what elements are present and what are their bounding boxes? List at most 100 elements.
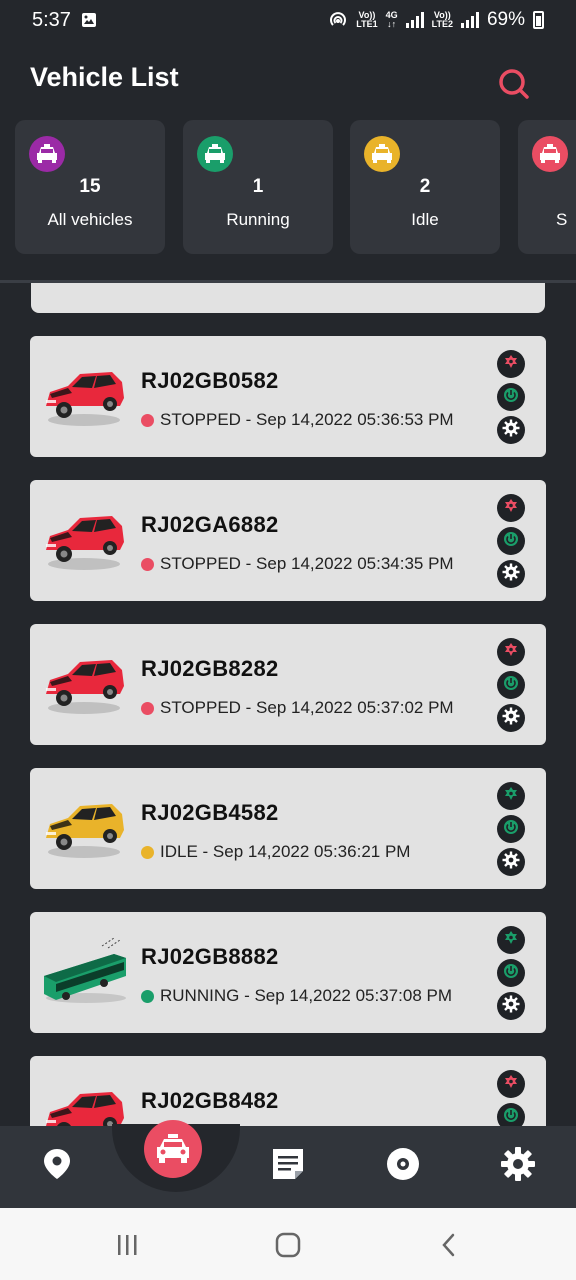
alert-icon	[503, 1074, 519, 1095]
taxi-icon	[29, 136, 65, 172]
vehicle-plate: RJ02GB8882	[141, 944, 279, 969]
summary-label: Idle	[411, 210, 439, 229]
list-item[interactable]	[31, 283, 545, 313]
signal-icon-2	[460, 12, 479, 28]
gear-icon	[502, 563, 520, 586]
search-icon	[499, 69, 529, 99]
alert-button[interactable]	[497, 926, 525, 954]
network-type: 4G ↓↑	[385, 10, 398, 29]
status-sep: -	[240, 554, 257, 573]
power-icon	[502, 674, 520, 697]
alert-button[interactable]	[497, 494, 525, 522]
nav-map-button[interactable]	[37, 1144, 77, 1184]
map-pin-icon	[44, 1149, 70, 1179]
vehicle-actions	[497, 782, 525, 881]
summary-row: 15 All vehicles 1 Running 2 Idle S	[15, 120, 576, 256]
recent-apps-button[interactable]	[112, 1230, 142, 1260]
vehicle-actions	[497, 494, 525, 593]
sim2-label: Vo)) LTE2	[431, 10, 453, 29]
summary-label: S	[556, 210, 568, 229]
battery-icon	[533, 11, 544, 29]
vehicle-settings-button[interactable]	[497, 992, 525, 1020]
vehicle-card[interactable]: RJ02GB8882 RUNNING - Sep 14,2022 05:37:0…	[30, 912, 546, 1033]
vehicle-card[interactable]: RJ02GB4582 IDLE - Sep 14,2022 05:36:21 P…	[30, 768, 546, 889]
car-icon	[42, 1080, 128, 1126]
alert-button[interactable]	[497, 782, 525, 810]
vehicle-status: STOPPED - Sep 14,2022 05:37:02 PM	[141, 698, 454, 718]
recent-apps-icon	[118, 1235, 137, 1255]
battery-percent: 69%	[486, 9, 525, 30]
power-icon	[502, 1106, 520, 1127]
status-text: RUNNING	[160, 986, 240, 1005]
vehicle-plate: RJ02GB8282	[141, 656, 279, 681]
vehicle-list[interactable]: RJ02GB0582 STOPPED - Sep 14,2022 05:36:5…	[0, 283, 576, 1126]
status-text: STOPPED	[160, 698, 241, 717]
status-time: Sep 14,2022 05:37:02 PM	[256, 698, 454, 717]
header: Vehicle List 15 All vehicles 1 Running 2…	[0, 40, 576, 283]
vehicle-actions	[497, 350, 525, 449]
gear-icon	[502, 851, 520, 874]
nav-settings-button[interactable]	[498, 1144, 538, 1184]
vehicle-status: IDLE - Sep 14,2022 05:36:21 PM	[141, 842, 410, 862]
nav-reports-button[interactable]	[268, 1144, 308, 1184]
report-icon	[273, 1149, 303, 1179]
power-icon	[502, 818, 520, 841]
vehicle-settings-button[interactable]	[497, 704, 525, 732]
ignition-button[interactable]	[497, 815, 525, 843]
summary-card-all[interactable]: 15 All vehicles	[15, 120, 165, 254]
vehicle-settings-button[interactable]	[497, 560, 525, 588]
summary-card-running[interactable]: 1 Running	[183, 120, 333, 254]
vehicle-card[interactable]: RJ02GB8282 STOPPED - Sep 14,2022 05:37:0…	[30, 624, 546, 745]
status-text: STOPPED	[160, 410, 241, 429]
summary-count: 2	[419, 176, 431, 197]
alert-button[interactable]	[497, 1070, 525, 1098]
status-sep: -	[240, 410, 257, 429]
summary-card-stopped[interactable]: S	[518, 120, 576, 254]
ignition-button[interactable]	[497, 671, 525, 699]
car-icon	[42, 504, 128, 574]
taxi-icon	[364, 136, 400, 172]
nav-vehicles-button[interactable]	[144, 1120, 202, 1178]
vehicle-actions	[497, 1070, 525, 1126]
status-time: Sep 14,2022 05:36:21 PM	[212, 842, 411, 861]
vehicle-card[interactable]: RJ02GB8482 PPED -	[30, 1056, 546, 1126]
vehicle-plate: RJ02GA6882	[141, 512, 279, 537]
summary-label: Running	[226, 210, 290, 229]
vehicle-settings-button[interactable]	[497, 416, 525, 444]
clock: 5:37	[32, 8, 71, 31]
vehicle-status: STOPPED - Sep 14,2022 05:34:35 PM	[141, 554, 454, 574]
ignition-button[interactable]	[497, 1103, 525, 1126]
alert-button[interactable]	[497, 350, 525, 378]
status-dot	[141, 845, 154, 859]
vehicle-card[interactable]: RJ02GA6882 STOPPED - Sep 14,2022 05:34:3…	[30, 480, 546, 601]
summary-card-idle[interactable]: 2 Idle	[350, 120, 500, 254]
gear-icon	[502, 707, 520, 730]
ignition-button[interactable]	[497, 527, 525, 555]
alert-icon	[503, 930, 519, 951]
alert-button[interactable]	[497, 638, 525, 666]
search-button[interactable]	[494, 64, 534, 104]
bottom-nav	[0, 1120, 576, 1208]
gear-icon	[501, 1147, 535, 1181]
alert-icon	[503, 786, 519, 807]
home-button[interactable]	[273, 1230, 303, 1260]
sim1-label: Vo)) LTE1	[356, 10, 378, 29]
power-icon	[502, 962, 520, 985]
car-icon	[157, 1134, 189, 1163]
signal-icon	[405, 12, 424, 28]
system-nav-bar	[0, 1208, 576, 1280]
taxi-icon	[532, 136, 568, 172]
taxi-icon	[197, 136, 233, 172]
back-button[interactable]	[434, 1230, 464, 1260]
status-dot	[141, 413, 154, 427]
gear-icon	[502, 995, 520, 1018]
nav-playback-button[interactable]	[383, 1144, 423, 1184]
vehicle-plate: RJ02GB0582	[141, 368, 279, 393]
ignition-button[interactable]	[497, 383, 525, 411]
vehicle-settings-button[interactable]	[497, 848, 525, 876]
status-dot	[141, 989, 154, 1003]
vehicle-card[interactable]: RJ02GB0582 STOPPED - Sep 14,2022 05:36:5…	[30, 336, 546, 457]
status-sep: -	[197, 842, 213, 861]
ignition-button[interactable]	[497, 959, 525, 987]
status-text: IDLE	[160, 842, 198, 861]
